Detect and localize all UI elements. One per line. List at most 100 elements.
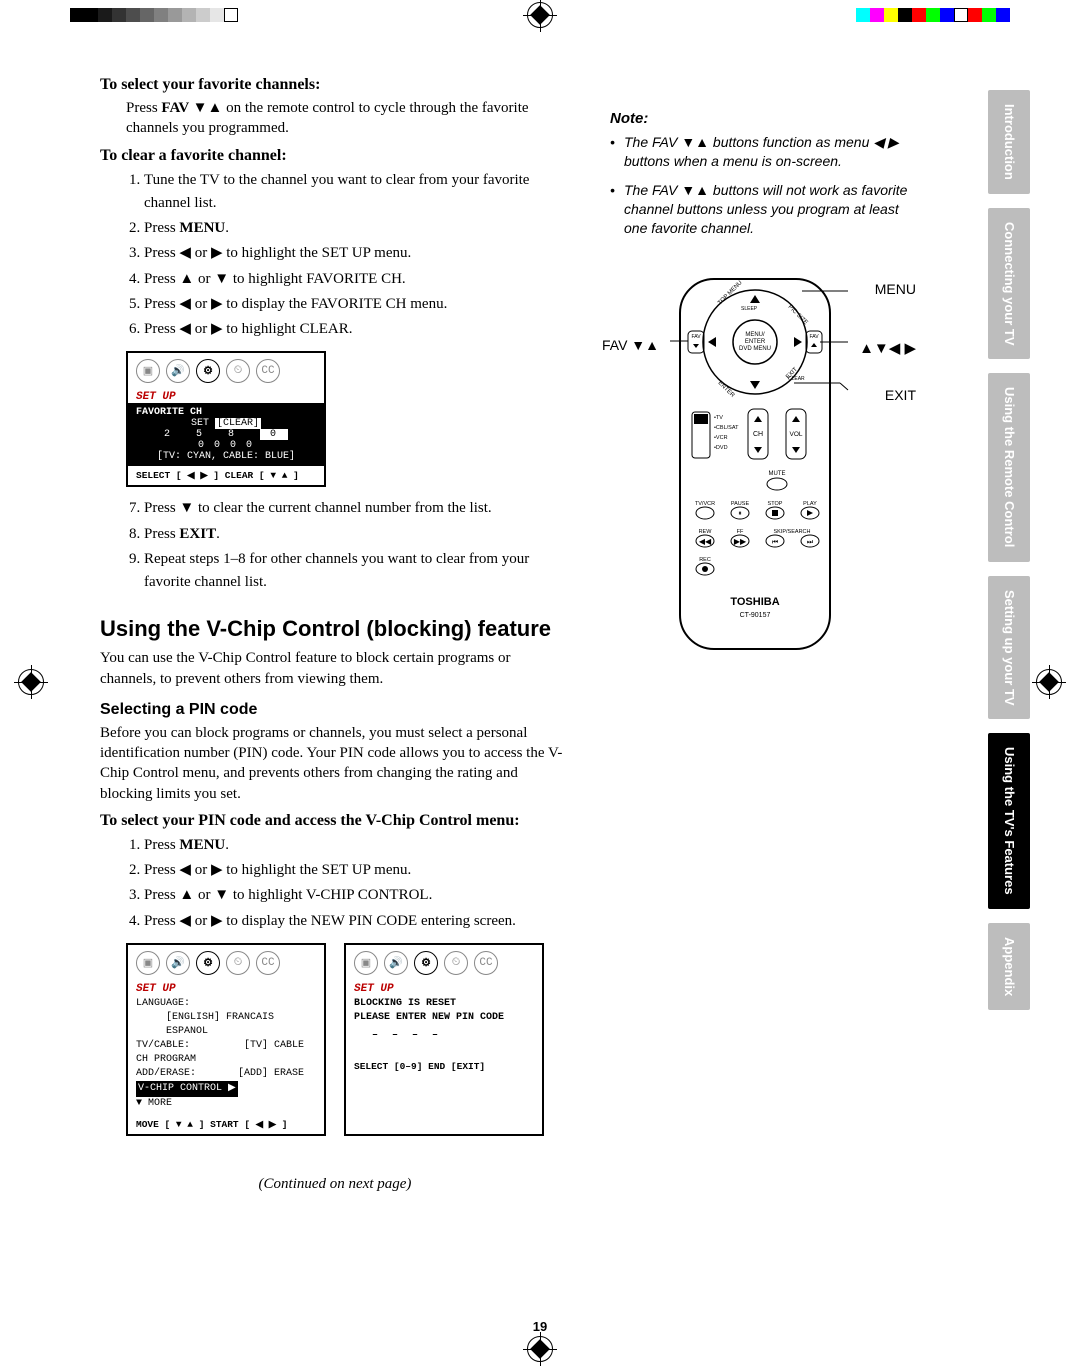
osd-favorite-ch: ▣ 🔊 ⚙ ⏲ CC SET UP FAVORITE CH SET [CLEAR… xyxy=(126,351,326,487)
picture-icon: ▣ xyxy=(354,951,378,975)
osd-highlight-vchip: V-CHIP CONTROL ▶ xyxy=(136,1081,238,1097)
step: Press ◀ or ▶ to display the FAVORITE CH … xyxy=(144,293,570,316)
step: Press ◀ or ▶ to highlight the SET UP men… xyxy=(144,242,570,265)
svg-text:⏮: ⏮ xyxy=(772,539,778,546)
text: Press xyxy=(126,100,161,116)
cc-icon: CC xyxy=(256,951,280,975)
svg-text:MENU/: MENU/ xyxy=(745,332,765,338)
osd-set-label: SET xyxy=(191,418,209,429)
osd-label: TV/CABLE: xyxy=(136,1040,190,1051)
step: Press ▼ to clear the current channel num… xyxy=(144,497,570,520)
tab-label: Using the Remote Control xyxy=(1002,387,1016,547)
setup-icon: ⚙ xyxy=(196,951,220,975)
clear-steps-list: Tune the TV to the channel you want to c… xyxy=(144,169,570,342)
registration-target-left-icon xyxy=(18,669,44,695)
osd-line: PLEASE ENTER NEW PIN CODE xyxy=(354,1011,534,1025)
osd-pin-dashes: – – – – xyxy=(354,1025,534,1053)
tab-features-active[interactable]: Using the TV's Features xyxy=(988,733,1030,909)
osd-label: LANGUAGE: xyxy=(136,998,190,1009)
pin-steps-list: Press MENU. Press ◀ or ▶ to highlight th… xyxy=(144,834,570,933)
aside-column: Note: The FAV ▼▲ buttons function as men… xyxy=(590,70,910,1304)
timer-icon: ⏲ xyxy=(444,951,468,975)
svg-text:REW: REW xyxy=(699,529,713,535)
svg-text:PAUSE: PAUSE xyxy=(731,501,750,507)
tab-connecting[interactable]: Connecting your TV xyxy=(988,208,1030,360)
osd-line: BLOCKING IS RESET xyxy=(354,997,534,1011)
audio-icon: 🔊 xyxy=(166,359,190,383)
heading-pin: Selecting a PIN code xyxy=(100,701,570,719)
crop-marks-top xyxy=(0,0,1080,30)
osd-pin-entry: ▣ 🔊 ⚙ ⏲ CC SET UP BLOCKING IS RESET PLEA… xyxy=(344,943,544,1136)
svg-text:CLEAR: CLEAR xyxy=(788,376,805,382)
osd-more: ▼ MORE xyxy=(136,1097,316,1111)
heading-select-favorite: To select your favorite channels: xyxy=(100,76,570,94)
osd-nums: 0 0 0 0 xyxy=(136,440,316,451)
audio-icon: 🔊 xyxy=(166,951,190,975)
note-list: The FAV ▼▲ buttons function as menu ◀ ▶ … xyxy=(610,133,910,237)
cc-icon: CC xyxy=(474,951,498,975)
tab-label: Setting up your TV xyxy=(1002,590,1016,706)
osd-footer: SELECT [ ◀ ▶ ] CLEAR [ ▼ ▲ ] xyxy=(128,466,324,485)
step: Press ◀ or ▶ to highlight the SET UP men… xyxy=(144,859,570,882)
step: Press ▲ or ▼ to highlight V-CHIP CONTROL… xyxy=(144,884,570,907)
heading-clear-favorite: To clear a favorite channel: xyxy=(100,147,570,165)
side-tabs: Introduction Connecting your TV Using th… xyxy=(988,90,1030,1010)
callout-exit: EXIT xyxy=(885,387,916,403)
osd-value: [ADD] ERASE xyxy=(238,1068,304,1079)
clear-steps-list-2: Press ▼ to clear the current channel num… xyxy=(144,497,570,594)
svg-text:STOP: STOP xyxy=(768,501,783,507)
cc-icon: CC xyxy=(256,359,280,383)
tab-label: Using the TV's Features xyxy=(1002,747,1016,895)
osd-label: ADD/ERASE: xyxy=(136,1068,196,1079)
osd-value: [ENGLISH] FRANCAIS ESPANOL xyxy=(136,1011,316,1039)
tab-appendix[interactable]: Appendix xyxy=(988,923,1030,1010)
osd-footer: SELECT [0–9] END [EXIT] xyxy=(346,1057,542,1076)
para-vchip: You can use the V-Chip Control feature t… xyxy=(100,648,570,689)
registration-target-right-icon xyxy=(1036,669,1062,695)
step: Press EXIT. xyxy=(144,523,570,546)
callout-fav: FAV ▼▲ xyxy=(602,337,659,353)
note-item: The FAV ▼▲ buttons will not work as favo… xyxy=(610,181,910,238)
svg-text:FAV: FAV xyxy=(809,334,819,340)
tab-introduction[interactable]: Introduction xyxy=(988,90,1030,194)
svg-text:FAV: FAV xyxy=(691,334,701,340)
osd-title: SET UP xyxy=(128,389,324,403)
svg-text:MUTE: MUTE xyxy=(769,471,786,477)
svg-text:⏸: ⏸ xyxy=(738,510,742,517)
osd-label: CH PROGRAM xyxy=(136,1053,316,1067)
step: Press ▲ or ▼ to highlight FAVORITE CH. xyxy=(144,268,570,291)
step: Repeat steps 1–8 for other channels you … xyxy=(144,548,570,595)
svg-text:SLEEP: SLEEP xyxy=(741,306,758,312)
svg-text:REC: REC xyxy=(699,557,711,563)
callout-menu: MENU xyxy=(875,281,916,297)
svg-text:•DVD: •DVD xyxy=(714,445,728,451)
continued-text: (Continued on next page) xyxy=(100,1176,570,1193)
svg-text:VOL: VOL xyxy=(789,431,802,438)
svg-text:CH: CH xyxy=(753,431,763,438)
callout-arrows: ▲▼◀ ▶ xyxy=(859,339,916,357)
tab-label: Connecting your TV xyxy=(1002,222,1016,346)
heading-vchip: Using the V-Chip Control (blocking) feat… xyxy=(100,616,570,642)
para-select-favorite: Press FAV ▼▲ on the remote control to cy… xyxy=(126,98,570,139)
osd-title: SET UP xyxy=(346,981,542,995)
tab-setting-up[interactable]: Setting up your TV xyxy=(988,576,1030,720)
remote-illustration: MENU ▲▼◀ ▶ EXIT FAV ▼▲ MENU/ ENTER DVD M… xyxy=(610,277,910,677)
svg-text:•CBL/SAT: •CBL/SAT xyxy=(714,425,739,431)
registration-target-icon xyxy=(527,2,553,28)
svg-text:▶▶: ▶▶ xyxy=(734,537,747,546)
svg-text:TOSHIBA: TOSHIBA xyxy=(730,596,779,608)
tab-remote[interactable]: Using the Remote Control xyxy=(988,373,1030,561)
fav-button-label: FAV ▼▲ xyxy=(161,100,222,116)
osd-title: SET UP xyxy=(128,981,324,995)
svg-text:◀◀: ◀◀ xyxy=(699,537,712,546)
osd-setup-menu: ▣ 🔊 ⚙ ⏲ CC SET UP LANGUAGE: [ENGLISH] FR… xyxy=(126,943,326,1136)
svg-text:ENTER: ENTER xyxy=(745,339,766,345)
osd-clear-highlight: [CLEAR] xyxy=(215,418,261,429)
step: Tune the TV to the channel you want to c… xyxy=(144,169,570,216)
heading-pin-steps: To select your PIN code and access the V… xyxy=(100,812,570,830)
setup-icon: ⚙ xyxy=(196,359,220,383)
osd-row: FAVORITE CH xyxy=(136,407,202,418)
picture-icon: ▣ xyxy=(136,951,160,975)
note-heading: Note: xyxy=(610,110,910,127)
step: Press MENU. xyxy=(144,217,570,240)
